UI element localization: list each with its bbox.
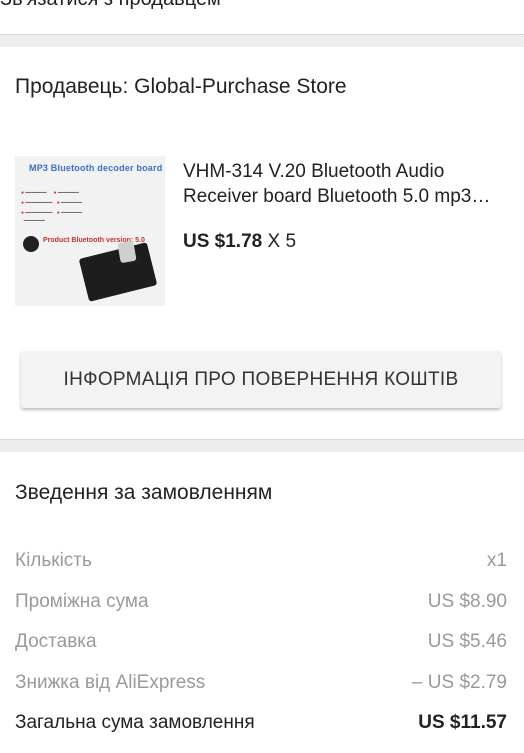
summary-label: Доставка: [15, 631, 97, 652]
summary-value: – US $2.79: [411, 671, 507, 693]
summary-value: US $8.90: [427, 590, 507, 612]
summary-value: US $11.57: [418, 712, 507, 733]
summary-row-quantity: Кількість x1: [15, 550, 507, 591]
refund-info-button[interactable]: ІНФОРМАЦІЯ ПРО ПОВЕРНЕННЯ КОШТІВ: [21, 351, 501, 408]
summary-label: Кількість: [15, 550, 92, 571]
section-divider: [0, 34, 524, 47]
section-divider: [0, 439, 524, 452]
contact-seller-row[interactable]: Зв'язатися з продавцем: [0, 0, 524, 34]
product-thumbnail[interactable]: MP3 Bluetooth decoder board ● ━━━━━━━ ● …: [15, 156, 165, 306]
bluetooth-icon: [23, 236, 39, 252]
product-info: VHM-314 V.20 Bluetooth Audio Receiver bo…: [183, 156, 509, 306]
summary-row-shipping: Доставка US $5.46: [15, 631, 507, 672]
thumbnail-spec-line: ● ━━━━━━━ ● ━━━━━━━: [21, 190, 79, 196]
summary-row-subtotal: Проміжна сума US $8.90: [15, 591, 507, 632]
summary-value: US $5.46: [427, 631, 507, 652]
summary-value: x1: [486, 550, 507, 571]
capacitor-image: [117, 240, 137, 264]
summary-label: Знижка від AliExpress: [15, 671, 206, 693]
summary-row-discount: Знижка від AliExpress – US $2.79: [15, 672, 507, 713]
summary-label: Загальна сума замовлення: [15, 712, 255, 733]
contact-seller-label[interactable]: Зв'язатися з продавцем: [0, 0, 221, 11]
product-name[interactable]: VHM-314 V.20 Bluetooth Audio Receiver bo…: [183, 159, 509, 209]
seller-section: Продавець: Global-Purchase Store MP3 Blu…: [0, 47, 524, 408]
summary-title: Зведення за замовленням: [15, 481, 273, 504]
product-quantity: X 5: [267, 231, 297, 252]
seller-title[interactable]: Продавець: Global-Purchase Store: [15, 47, 509, 103]
summary-label: Проміжна сума: [15, 590, 149, 612]
product-item[interactable]: MP3 Bluetooth decoder board ● ━━━━━━━ ● …: [15, 156, 509, 306]
summary-rows: Кількість x1 Проміжна сума US $8.90 Дост…: [15, 550, 507, 753]
product-price: US $1.78: [183, 231, 263, 252]
thumbnail-spec-line: ● ━━━━━━━━━ ● ━━━━━━━: [21, 210, 83, 216]
thumbnail-title: MP3 Bluetooth decoder board: [29, 163, 163, 173]
thumbnail-spec-line: ━━━━━━━: [21, 218, 45, 224]
order-summary: Зведення за замовленням Кількість x1 Про…: [0, 481, 524, 753]
price-line: US $1.78 X 5: [183, 231, 509, 253]
summary-row-total: Загальна сума замовлення US $11.57: [15, 712, 507, 753]
thumbnail-spec-line: ● ━━━━━━━━━ ● ━━━━━━━: [21, 200, 83, 206]
